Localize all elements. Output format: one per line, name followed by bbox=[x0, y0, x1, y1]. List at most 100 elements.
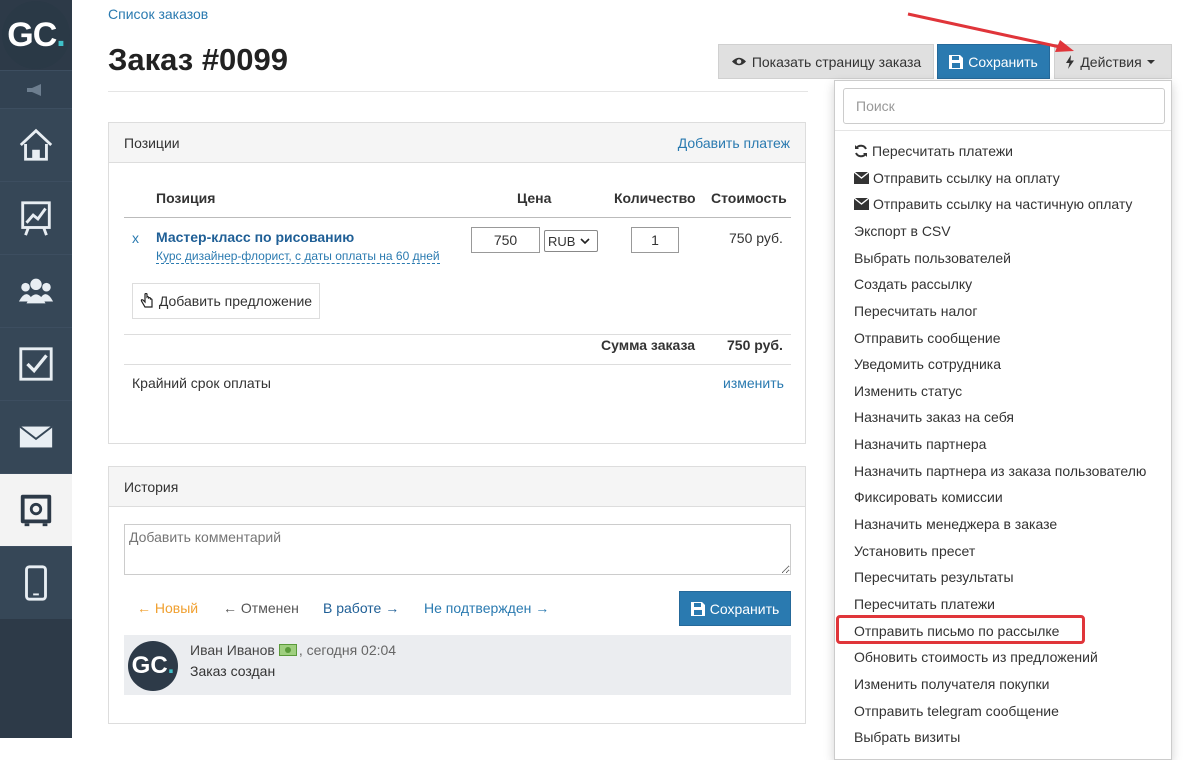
money-icon bbox=[278, 644, 297, 656]
menu-item-set-preset[interactable]: Установить пресет bbox=[854, 541, 975, 561]
envelope-icon bbox=[854, 198, 869, 210]
menu-item-assign-partner-from-order[interactable]: Назначить партнера из заказа пользовател… bbox=[854, 461, 1146, 481]
sidebar-item-tasks[interactable] bbox=[0, 327, 72, 400]
menu-item-recalculate-payments-2[interactable]: Пересчитать платежи bbox=[854, 594, 995, 614]
megaphone-icon bbox=[27, 83, 41, 96]
status-in-work-link[interactable]: В работе → bbox=[323, 600, 399, 616]
comment-textarea[interactable] bbox=[124, 524, 791, 575]
deadline-divider bbox=[124, 364, 791, 365]
history-author: Иван Иванов bbox=[190, 642, 275, 658]
order-total-label: Сумма заказа bbox=[601, 337, 696, 353]
add-payment-link[interactable]: Добавить платеж bbox=[678, 135, 790, 151]
menu-item-select-users[interactable]: Выбрать пользователей bbox=[854, 248, 1011, 268]
home-icon bbox=[19, 128, 53, 161]
menu-item-send-telegram[interactable]: Отправить telegram сообщение bbox=[854, 701, 1059, 721]
users-icon bbox=[18, 278, 54, 304]
menu-item-send-payment-link[interactable]: Отправить ссылку на оплату bbox=[854, 168, 1060, 188]
chevron-down-icon bbox=[580, 238, 591, 244]
title-divider bbox=[108, 91, 808, 92]
menu-item-assign-to-self[interactable]: Назначить заказ на себя bbox=[854, 407, 1014, 427]
hand-pointer-icon bbox=[140, 293, 153, 308]
order-total-value: 750 руб. bbox=[727, 337, 783, 353]
sidebar-item-analytics[interactable] bbox=[0, 181, 72, 254]
menu-item-recalculate-results[interactable]: Пересчитать результаты bbox=[854, 567, 1014, 587]
avatar-dot: . bbox=[167, 652, 175, 679]
history-entry-text: Заказ создан bbox=[190, 663, 276, 679]
refresh-icon bbox=[855, 144, 867, 158]
history-save-label: Сохранить bbox=[709, 600, 780, 617]
currency-value: RUB bbox=[548, 233, 576, 249]
show-order-page-label: Показать страницу заказа bbox=[751, 53, 922, 70]
chart-icon bbox=[21, 201, 51, 236]
add-offer-label: Добавить предложение bbox=[158, 293, 313, 309]
add-offer-button[interactable]: Добавить предложение bbox=[132, 283, 320, 319]
remove-position-button[interactable]: x bbox=[132, 230, 139, 246]
eye-icon bbox=[731, 57, 746, 66]
sidebar-item-users[interactable] bbox=[0, 254, 72, 327]
status-unconfirmed-link[interactable]: Не подтвержден → bbox=[424, 600, 549, 616]
menu-item-assign-manager[interactable]: Назначить менеджера в заказе bbox=[854, 514, 1057, 534]
avatar: GC. bbox=[128, 641, 178, 691]
sidebar: GC. bbox=[0, 0, 72, 738]
menu-item-change-status[interactable]: Изменить статус bbox=[854, 381, 962, 401]
total-divider bbox=[124, 334, 791, 335]
menu-item-recalculate-payments[interactable]: Пересчитать платежи bbox=[854, 141, 1013, 161]
column-header-price: Цена bbox=[517, 190, 552, 206]
dropdown-search-input[interactable]: Поиск bbox=[843, 88, 1165, 124]
positions-title: Позиции bbox=[124, 134, 180, 151]
position-offer-link[interactable]: Курс дизайнер-флорист, с даты оплаты на … bbox=[156, 249, 440, 264]
sidebar-item-home[interactable] bbox=[0, 108, 72, 181]
announcements-button[interactable] bbox=[0, 70, 72, 108]
column-header-quantity: Количество bbox=[614, 190, 696, 206]
menu-item-label: Отправить ссылку на частичную оплату bbox=[873, 196, 1133, 212]
position-name[interactable]: Мастер-класс по рисованию bbox=[156, 229, 354, 245]
safe-icon bbox=[20, 494, 52, 527]
status-new-link[interactable]: ← Новый bbox=[137, 600, 198, 616]
sidebar-item-sales[interactable] bbox=[0, 473, 72, 546]
quantity-input[interactable]: 1 bbox=[631, 227, 679, 253]
menu-item-send-message[interactable]: Отправить сообщение bbox=[854, 328, 1001, 348]
table-header-divider bbox=[124, 217, 791, 218]
history-title: История bbox=[124, 478, 179, 495]
history-time: , сегодня 02:04 bbox=[298, 642, 397, 658]
tasks-icon bbox=[19, 347, 53, 381]
payment-deadline-change-link[interactable]: изменить bbox=[723, 375, 784, 391]
menu-item-assign-partner[interactable]: Назначить партнера bbox=[854, 434, 986, 454]
annotation-arrow bbox=[907, 12, 1074, 52]
mail-icon bbox=[19, 425, 53, 448]
menu-item-change-recipient[interactable]: Изменить получателя покупки bbox=[854, 674, 1049, 694]
menu-item-fix-commissions[interactable]: Фиксировать комиссии bbox=[854, 487, 1003, 507]
history-entry-meta: Иван Иванов , сегодня 02:04 bbox=[190, 642, 396, 658]
actions-dropdown-menu: Поиск Пересчитать платежи Отправить ссыл… bbox=[834, 80, 1172, 760]
menu-item-select-visits[interactable]: Выбрать визиты bbox=[854, 727, 960, 747]
breadcrumb[interactable]: Список заказов bbox=[108, 6, 208, 22]
column-header-cost: Стоимость bbox=[711, 190, 787, 206]
menu-item-notify-employee[interactable]: Уведомить сотрудника bbox=[854, 354, 1001, 374]
positions-panel-header: Позиции Добавить платеж bbox=[109, 123, 805, 163]
envelope-icon bbox=[854, 172, 869, 184]
logo-dot: . bbox=[56, 15, 66, 54]
history-save-button[interactable]: Сохранить bbox=[679, 591, 791, 626]
position-cost: 750 руб. bbox=[729, 230, 783, 246]
history-panel-header: История bbox=[109, 467, 805, 507]
history-entry: GC. Иван Иванов , сегодня 02:04 Заказ со… bbox=[124, 635, 791, 695]
column-header-position: Позиция bbox=[156, 190, 216, 206]
logo-wrap: GC. bbox=[0, 0, 72, 70]
menu-item-export-csv[interactable]: Экспорт в CSV bbox=[854, 221, 951, 241]
menu-item-create-mailing[interactable]: Создать рассылку bbox=[854, 274, 972, 294]
price-input[interactable]: 750 bbox=[471, 227, 540, 253]
status-cancelled-link[interactable]: ← Отменен bbox=[223, 600, 299, 616]
avatar-text: GC bbox=[131, 652, 168, 679]
logo-text: GC bbox=[7, 15, 57, 54]
floppy-icon bbox=[690, 601, 705, 616]
sidebar-item-mobile[interactable] bbox=[0, 546, 72, 619]
caret-down-icon bbox=[1146, 59, 1155, 64]
menu-item-send-partial-payment-link[interactable]: Отправить ссылку на частичную оплату bbox=[854, 194, 1132, 214]
menu-item-recalculate-tax[interactable]: Пересчитать налог bbox=[854, 301, 977, 321]
dropdown-divider bbox=[835, 130, 1171, 131]
annotation-highlight-box bbox=[836, 615, 1085, 644]
sidebar-item-mail[interactable] bbox=[0, 400, 72, 473]
logo[interactable]: GC. bbox=[2, 1, 70, 69]
currency-select[interactable]: RUB bbox=[544, 230, 598, 252]
menu-item-update-cost-from-offers[interactable]: Обновить стоимость из предложений bbox=[854, 647, 1098, 667]
